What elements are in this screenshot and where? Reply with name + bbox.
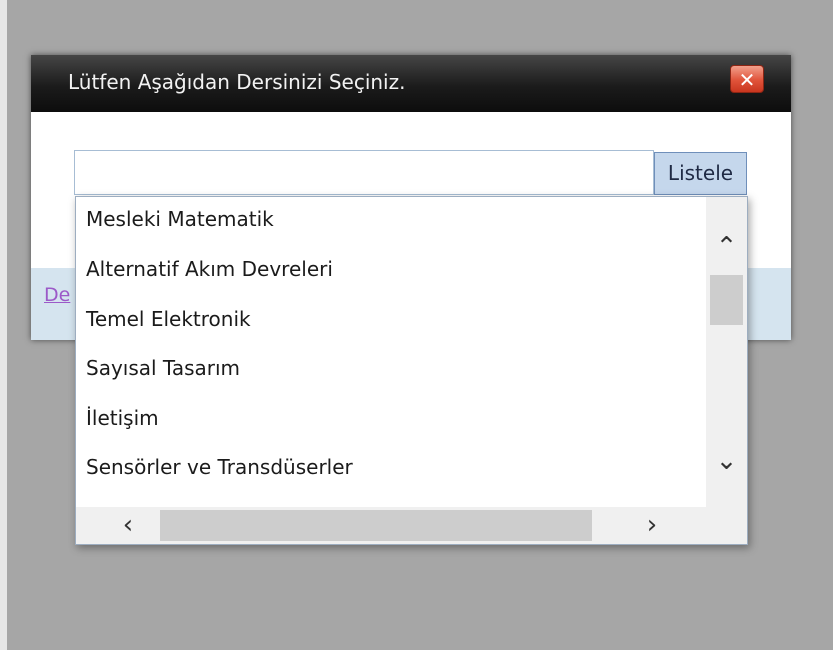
close-icon: ✕ (738, 68, 756, 92)
close-button[interactable]: ✕ (730, 65, 764, 93)
list-item[interactable]: Temel Elektronik (86, 307, 251, 331)
dialog-title: Lütfen Aşağıdan Dersinizi Seçiniz. (68, 70, 406, 94)
vertical-scroll-thumb[interactable] (710, 275, 743, 325)
horizontal-scrollbar[interactable]: ‹ › (76, 507, 747, 544)
chevron-up-icon[interactable]: ⌃ (706, 229, 747, 265)
chevron-right-icon[interactable]: › (632, 507, 672, 544)
course-search-input[interactable] (74, 150, 654, 195)
list-item[interactable]: İletişim (86, 406, 159, 430)
horizontal-scroll-thumb[interactable] (160, 510, 592, 541)
list-item[interactable]: Mesleki Matematik (86, 207, 274, 231)
screen-edge-strip (0, 0, 7, 650)
chevron-left-icon[interactable]: ‹ (108, 507, 148, 544)
vertical-scrollbar[interactable]: ⌃ ⌄ (706, 197, 747, 507)
list-item[interactable]: Alternatif Akım Devreleri (86, 257, 333, 281)
chevron-down-icon[interactable]: ⌄ (706, 443, 747, 479)
dialog-titlebar: Lütfen Aşağıdan Dersinizi Seçiniz. ✕ (31, 55, 791, 112)
list-item[interactable]: Sensörler ve Transdüserler (86, 455, 353, 479)
list-item[interactable]: Sayısal Tasarım (86, 356, 240, 380)
list-viewport: Mesleki Matematik Alternatif Akım Devrel… (76, 197, 706, 507)
course-dropdown-list: Mesleki Matematik Alternatif Akım Devrel… (75, 196, 748, 545)
list-button[interactable]: Listele (654, 152, 747, 195)
